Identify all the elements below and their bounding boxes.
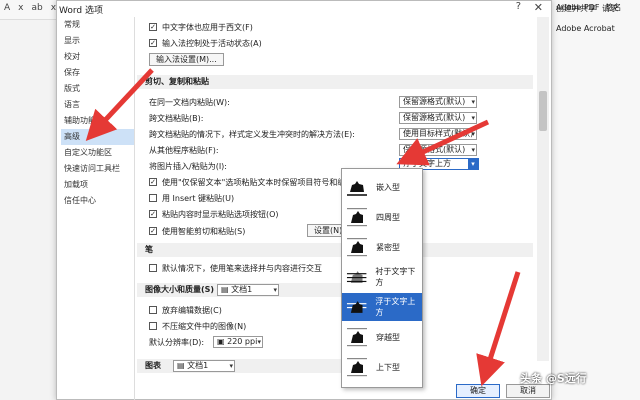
arrow-to-advanced xyxy=(85,68,154,141)
watermark-text: 头条 @S远行 xyxy=(520,372,587,385)
arrow-to-picture-select xyxy=(396,119,490,166)
arrow-to-ok-button xyxy=(476,271,521,387)
annotation-arrows xyxy=(85,68,521,387)
